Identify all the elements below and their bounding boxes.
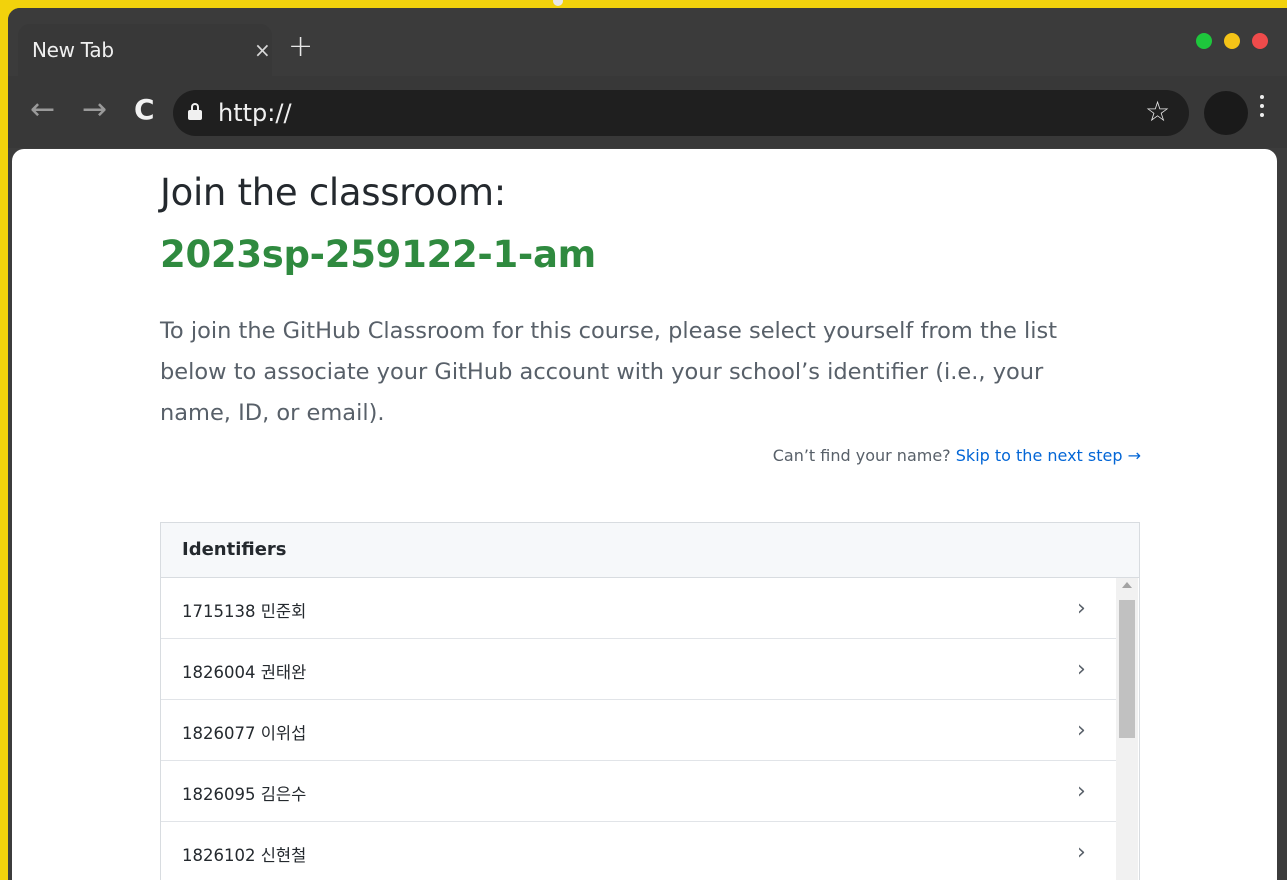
chevron-right-icon: › bbox=[1077, 779, 1086, 804]
scrollbar-thumb[interactable] bbox=[1119, 600, 1135, 738]
identifier-row[interactable]: 1826077 이위섭 › bbox=[161, 700, 1116, 761]
identifiers-table: Identifiers 1715138 민준회 › 1826004 권태완 › … bbox=[160, 522, 1140, 880]
identifier-row[interactable]: 1715138 민준회 › bbox=[161, 578, 1116, 639]
minimize-window-button[interactable] bbox=[1224, 33, 1240, 49]
url-text[interactable]: http:// bbox=[218, 99, 292, 127]
lock-icon bbox=[188, 103, 202, 120]
identifier-row[interactable]: 1826095 김은수 › bbox=[161, 761, 1116, 822]
chevron-right-icon: › bbox=[1077, 596, 1086, 621]
tab-title: New Tab bbox=[32, 38, 114, 62]
identifier-row[interactable]: 1826004 권태완 › bbox=[161, 639, 1116, 700]
intro-text: To join the GitHub Classroom for this co… bbox=[160, 318, 1058, 426]
close-window-button[interactable] bbox=[1252, 33, 1268, 49]
skip-line: Can’t find your name? Skip to the next s… bbox=[773, 446, 1141, 465]
list-scrollbar[interactable] bbox=[1116, 578, 1138, 880]
forward-arrow-icon[interactable]: → bbox=[82, 90, 107, 130]
identifier-label: 1715138 민준회 bbox=[182, 602, 307, 621]
identifier-label: 1826095 김은수 bbox=[182, 785, 307, 804]
chevron-right-icon: › bbox=[1077, 657, 1086, 682]
reload-icon[interactable]: C bbox=[134, 90, 155, 130]
identifier-label: 1826102 신현철 bbox=[182, 846, 307, 865]
identifiers-header: Identifiers bbox=[161, 523, 1139, 578]
chevron-right-icon: › bbox=[1077, 718, 1086, 743]
browser-toolbar: ← → C http:// ☆ bbox=[8, 76, 1287, 148]
identifiers-header-label: Identifiers bbox=[182, 539, 287, 560]
chevron-right-icon: › bbox=[1077, 840, 1086, 865]
identifier-label: 1826077 이위섭 bbox=[182, 724, 307, 743]
profile-avatar[interactable] bbox=[1204, 91, 1248, 135]
identifier-row[interactable]: 1826102 신현철 › bbox=[161, 822, 1116, 880]
window-top-dot bbox=[553, 0, 563, 6]
tab-new-tab[interactable]: New Tab × bbox=[18, 24, 272, 76]
back-arrow-icon[interactable]: ← bbox=[30, 90, 55, 130]
skip-next-step-link[interactable]: Skip to the next step → bbox=[956, 446, 1141, 465]
skip-prompt: Can’t find your name? bbox=[772, 446, 951, 465]
identifier-label: 1826004 권태완 bbox=[182, 663, 307, 682]
page-content: Join the classroom: 2023sp-259122-1-am T… bbox=[12, 149, 1277, 880]
maximize-window-button[interactable] bbox=[1196, 33, 1212, 49]
close-tab-icon[interactable]: × bbox=[254, 38, 271, 62]
page-title: Join the classroom: bbox=[160, 171, 506, 214]
address-bar[interactable]: http:// ☆ bbox=[173, 90, 1189, 136]
menu-dots-icon[interactable] bbox=[1260, 95, 1266, 122]
scroll-up-arrow-icon[interactable] bbox=[1122, 582, 1132, 588]
tab-strip: New Tab × + bbox=[8, 8, 1287, 76]
browser-window: New Tab × + ← → C http:// ☆ Join the cla… bbox=[8, 8, 1287, 880]
bookmark-star-icon[interactable]: ☆ bbox=[1145, 95, 1170, 128]
classroom-name: 2023sp-259122-1-am bbox=[160, 233, 596, 276]
new-tab-button[interactable]: + bbox=[288, 30, 313, 64]
identifiers-list: 1715138 민준회 › 1826004 권태완 › 1826077 이위섭 … bbox=[161, 578, 1139, 880]
